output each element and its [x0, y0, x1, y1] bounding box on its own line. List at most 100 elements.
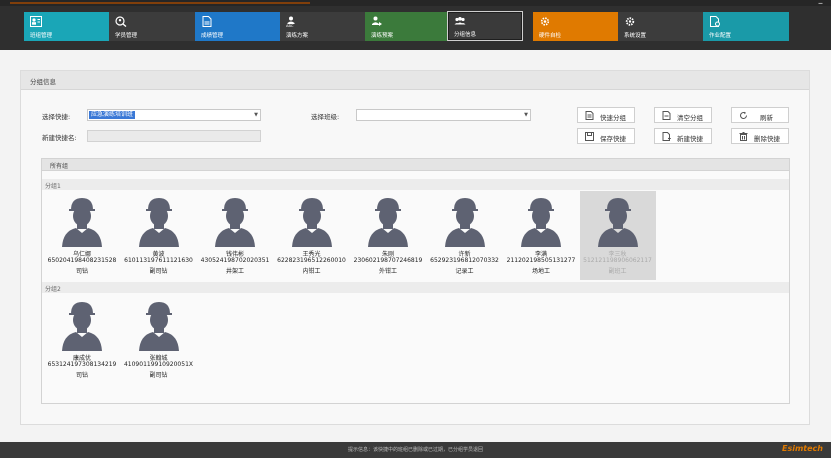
chevron-down-icon: ▼ — [254, 112, 258, 118]
avatar — [60, 297, 104, 351]
nav-tile-drill-scheme[interactable]: ABC 演练方案 — [280, 12, 366, 41]
member-card[interactable]: 朱刚 230602198707246819 外钳工 — [350, 191, 426, 280]
status-message: 提示信息：该快捷中的班组已删除或已过期，已分组学员退回 — [347, 447, 483, 453]
minimize-icon[interactable]: – — [818, 0, 823, 9]
member-card[interactable]: 许新 652923196812070332 记录工 — [427, 191, 503, 280]
avatar — [137, 193, 181, 247]
new-quick-label: 新建快捷 — [677, 135, 703, 143]
nav-tile-label: 学员管理 — [115, 33, 138, 39]
member-role: 副司钻 — [149, 268, 168, 275]
member-card[interactable]: 钱伟彬 430524198702020351 井架工 — [197, 191, 273, 280]
refresh-icon — [740, 111, 747, 119]
refresh-label: 刷新 — [760, 114, 773, 122]
avatar — [60, 193, 104, 247]
member-card[interactable]: 李三秋 512121198906062117 副班工 — [579, 191, 656, 280]
member-id: 650204198408231528 — [47, 257, 117, 264]
new-quick-button[interactable]: 新建快捷 — [654, 128, 712, 144]
member-id: 230602198707246819 — [353, 257, 423, 264]
delete-quick-button[interactable]: 删除快捷 — [731, 128, 789, 144]
save-icon — [585, 132, 594, 141]
search-person-icon — [115, 16, 127, 27]
svg-text:ABC: ABC — [286, 24, 294, 27]
member-role: 内钳工 — [302, 268, 321, 275]
config-doc-icon — [710, 16, 720, 27]
nav-tile-score-management[interactable]: 成绩管理 — [195, 12, 281, 41]
avatar — [443, 193, 487, 247]
nav-tile-system-settings[interactable]: 系统设置 — [618, 12, 704, 41]
member-id: 610113197611121630 — [124, 257, 193, 264]
member-card[interactable]: 康成优 653124197308134219 司钻 — [44, 295, 120, 384]
person-silhouette-icon — [597, 198, 638, 247]
member-card[interactable]: 黄波 610113197611121630 副司钻 — [121, 191, 197, 280]
nav-tile-group-info[interactable]: 分组信息 — [447, 11, 523, 41]
member-id: 430524198702020351 — [200, 257, 270, 264]
select-class-dropdown[interactable]: ▼ — [356, 109, 531, 121]
clear-group-label: 清空分组 — [677, 114, 703, 122]
person-silhouette-icon — [138, 302, 179, 351]
new-quick-label: 新建快捷名: — [42, 134, 77, 142]
nav-tile-label: 班组管理 — [30, 33, 53, 39]
panel-header: 分组信息 — [21, 71, 809, 90]
group-icon — [454, 17, 466, 25]
save-quick-label: 保存快捷 — [600, 135, 626, 143]
person-silhouette-icon — [444, 198, 485, 247]
document-icon — [202, 16, 212, 27]
avatar — [366, 193, 410, 247]
nav-tile-label: 演练预案 — [371, 33, 394, 39]
nav-tile-label: 硬件自检 — [539, 33, 562, 39]
group-info-panel: 分组信息 选择快捷: 应急演练培训班 ▼ 选择班级: ▼ 新建快捷名: 快速分组… — [20, 70, 810, 425]
chevron-down-icon: ▼ — [524, 112, 528, 118]
title-strip — [0, 0, 831, 6]
title-accent — [10, 2, 310, 4]
save-quick-button[interactable]: 保存快捷 — [577, 128, 635, 144]
member-id: 512121198906062117 — [583, 257, 652, 264]
member-id: 653124197308134219 — [47, 361, 117, 368]
status-bar: 提示信息：该快捷中的班组已删除或已过期，已分组学员退回 Esimtech — [0, 442, 831, 458]
group-2-label: 分组2 — [45, 286, 61, 293]
all-groups-title: 所有组 — [50, 163, 69, 170]
member-card[interactable]: 李满 211202198505131277 场地工 — [503, 191, 579, 280]
person-silhouette-icon — [521, 198, 561, 247]
group-1-header[interactable]: 分组1 — [42, 179, 789, 190]
nav-tile-label: 成绩管理 — [201, 33, 224, 39]
nav-tile-hardware-check[interactable]: 硬件自检 — [533, 12, 619, 41]
member-role: 司钻 — [75, 268, 88, 275]
member-role: 井架工 — [225, 268, 244, 275]
nav-tile-label: 作业配置 — [709, 33, 732, 39]
delete-quick-label: 删除快捷 — [754, 135, 780, 143]
select-quick-label: 选择快捷: — [42, 113, 71, 121]
nav-tile-label: 分组信息 — [454, 32, 477, 38]
nav-tile-class-management[interactable]: 班组管理 — [24, 12, 110, 41]
top-navigation-bar: – 班组管理 学员管理 成绩管理 ABC 演练方案 演练预案 分组信息 硬件自检… — [0, 0, 831, 50]
select-quick-dropdown[interactable]: 应急演练培训班 ▼ — [87, 109, 261, 121]
nav-tile-label: 系统设置 — [624, 33, 647, 39]
member-card[interactable]: 张翰城 41090119910920051X 副司钻 — [121, 295, 197, 384]
new-quick-name-field[interactable] — [87, 130, 261, 142]
gear-icon — [625, 17, 635, 26]
roster-icon — [30, 16, 42, 27]
group-1-label: 分组1 — [45, 183, 61, 190]
person-silhouette-icon — [368, 198, 408, 247]
member-id: 652923196812070332 — [430, 257, 499, 264]
select-quick-value: 应急演练培训班 — [89, 111, 136, 119]
nav-tile-drill-plan[interactable]: 演练预案 — [365, 12, 451, 41]
brand-logo: Esimtech — [782, 444, 823, 453]
member-card[interactable]: 乌仁娜 650204198408231528 司钻 — [44, 191, 120, 280]
refresh-button[interactable]: 刷新 — [731, 107, 789, 123]
clear-group-button[interactable]: 清空分组 — [654, 107, 712, 123]
avatar — [290, 193, 334, 247]
member-role: 副司钻 — [149, 372, 168, 379]
nav-tile-student-management[interactable]: 学员管理 — [109, 12, 195, 41]
person-silhouette-icon — [215, 198, 255, 247]
member-role: 记录工 — [455, 268, 474, 275]
member-role: 司钻 — [75, 372, 88, 379]
member-role: 场地工 — [531, 268, 550, 275]
hardware-gear-icon — [540, 17, 550, 26]
nav-tile-label: 演练方案 — [286, 33, 309, 39]
group-2-header[interactable]: 分组2 — [42, 282, 789, 293]
avatar — [137, 297, 181, 351]
member-card[interactable]: 王秀光 622823196512260010 内钳工 — [274, 191, 350, 280]
quick-group-button[interactable]: 快速分组 — [577, 107, 635, 123]
new-doc-icon — [662, 132, 671, 141]
nav-tile-job-config[interactable]: 作业配置 — [703, 12, 789, 41]
